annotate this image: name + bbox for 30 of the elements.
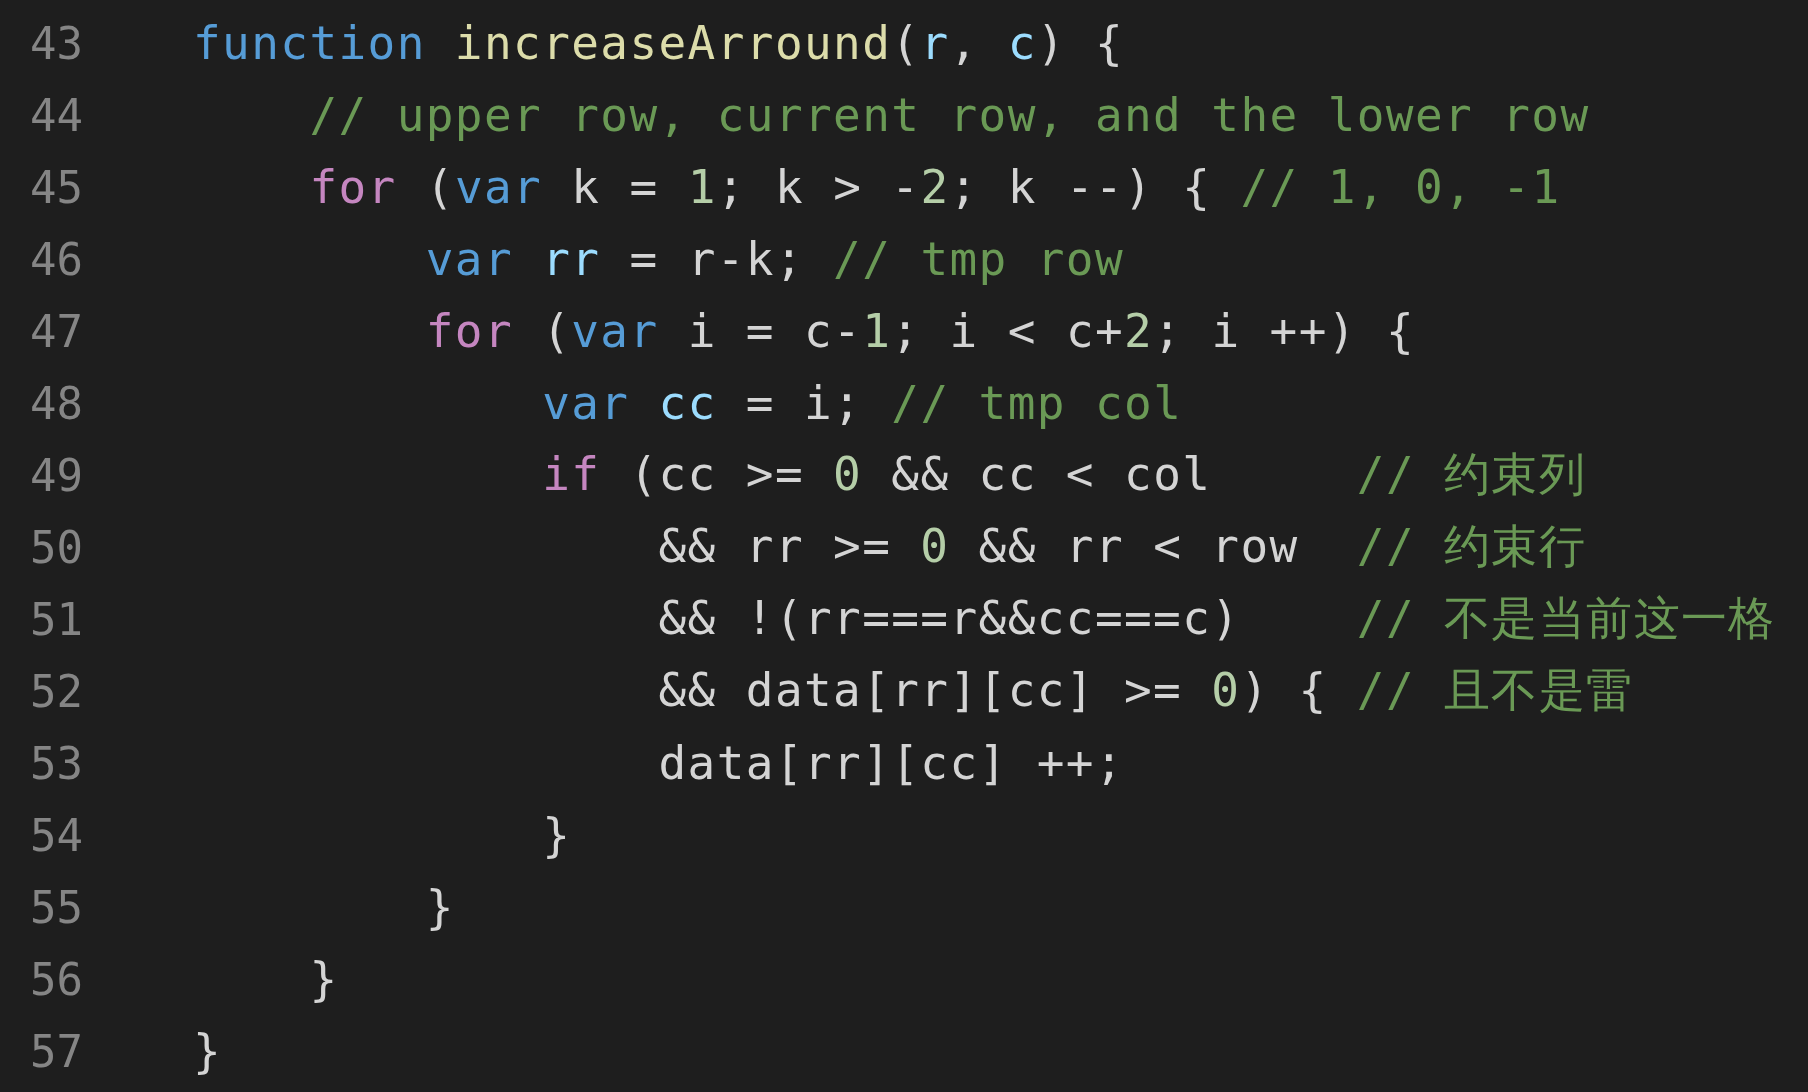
line-number: 47 [29,305,84,357]
code-line: } [193,1024,223,1078]
code-line: var rr = r-k; // tmp row [424,232,1125,286]
line-number: 51 [29,593,84,645]
line-number: 50 [29,521,84,573]
line-number: 54 [29,809,84,861]
line-number: 43 [29,17,84,69]
code-line: && !(rr===r&&cc===c) // 不是当前这一格 [657,590,1776,647]
line-number: 48 [29,377,84,429]
code-line: for (var i = c-1; i < c+2; i ++) { [424,304,1416,358]
code-line: data[rr][cc] ++; [657,736,1125,790]
line-number: 56 [29,953,84,1005]
code-line: && data[rr][cc] >= 0) { // 且不是雷 [657,662,1634,719]
line-number: 57 [29,1025,84,1077]
line-number: 49 [29,449,84,501]
code-line: function increaseArround(r, c) { [193,16,1125,70]
line-number: 55 [29,881,84,933]
code-line: var cc = i; // tmp col [541,376,1183,430]
code-line: if (cc >= 0 && cc < col // 约束列 [541,446,1587,503]
code-line: // upper row, current row, and the lower row [308,88,1590,142]
line-number: 52 [29,665,84,717]
code-line: } [424,880,455,934]
code-line: for (var k = 1; k > -2; k --) { // 1, 0, -1 [308,160,1561,214]
code-line: && rr >= 0 && rr < row // 约束行 [657,518,1587,575]
code-line: } [308,952,339,1006]
line-number: 53 [29,737,84,789]
line-number: 44 [29,89,84,141]
line-number: 46 [29,233,84,285]
line-number: 45 [29,161,84,213]
code-line: } [541,808,572,862]
